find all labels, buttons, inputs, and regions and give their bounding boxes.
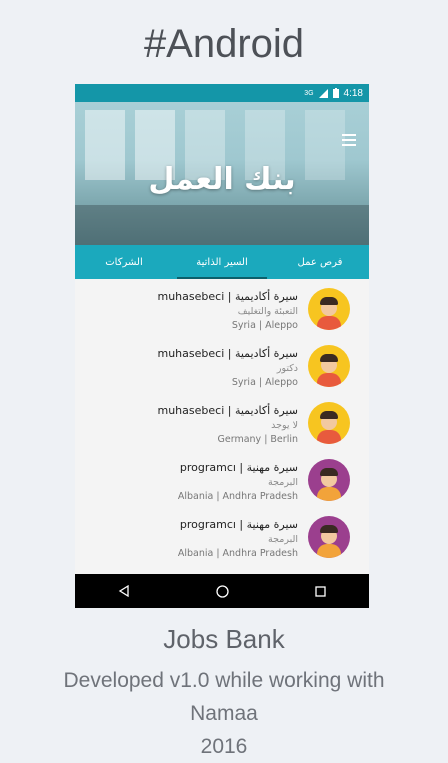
item-title: muhasebeci | سيرة أكاديمية	[157, 404, 299, 417]
android-nav-bar	[75, 574, 369, 608]
back-icon[interactable]	[112, 579, 136, 603]
avatar	[308, 345, 350, 387]
item-subtitle: البرمجة	[268, 534, 298, 545]
item-title: muhasebeci | سيرة أكاديمية	[157, 290, 299, 303]
item-location: Syria | Aleppo	[231, 320, 298, 331]
project-title: Jobs Bank	[163, 624, 285, 654]
page-heading: #Android	[143, 22, 305, 66]
item-subtitle: التعبئة والتغليف	[237, 306, 298, 317]
app-title: بنك العمل	[148, 162, 296, 197]
item-title: muhasebeci | سيرة أكاديمية	[157, 347, 299, 360]
list-item[interactable]: programcı | سيرة مهنية البرمجة Albania |…	[75, 452, 369, 509]
battery-icon	[332, 88, 339, 98]
tab-companies[interactable]: الشركات	[75, 245, 173, 279]
avatar	[308, 288, 350, 330]
list-item[interactable]: muhasebeci | سيرة أكاديمية دكتور Syria |…	[75, 338, 369, 395]
signal-icon	[318, 88, 328, 98]
item-subtitle: دكتور	[276, 363, 298, 374]
item-location: Germany | Berlin	[217, 434, 298, 445]
item-title: programcı | سيرة مهنية	[179, 461, 298, 474]
item-title: programcı | سيرة مهنية	[179, 518, 298, 531]
item-location: Albania | Andhra Pradesh	[177, 491, 298, 502]
avatar	[308, 516, 350, 558]
home-icon[interactable]	[210, 579, 234, 603]
list-item[interactable]: programcı | سيرة مهنية البرمجة Albania |…	[75, 509, 369, 566]
list-item[interactable]: muhasebeci | سيرة أكاديمية لا يوجد Germa…	[75, 395, 369, 452]
network-indicator: 3G	[304, 89, 314, 97]
item-location: Albania | Andhra Pradesh	[177, 548, 298, 559]
item-subtitle: لا يوجد	[271, 420, 298, 431]
list-item[interactable]: muhasebeci | سيرة أكاديمية التعبئة والتغ…	[75, 281, 369, 338]
avatar	[308, 459, 350, 501]
phone-screen: 3G 4:18 بنك العمل الشركات السير الذاتية …	[75, 84, 369, 608]
tab-resumes[interactable]: السير الذاتية	[173, 245, 271, 279]
item-subtitle: البرمجة	[268, 477, 298, 488]
resume-list: muhasebeci | سيرة أكاديمية التعبئة والتغ…	[75, 279, 369, 566]
hero-banner: بنك العمل	[75, 102, 369, 245]
menu-icon[interactable]	[342, 134, 356, 149]
project-description: Developed v1.0 while working with Namaa …	[63, 669, 385, 758]
item-location: Syria | Aleppo	[231, 377, 298, 388]
tab-bar: الشركات السير الذاتية فرص عمل	[75, 245, 369, 279]
status-time: 4:18	[343, 87, 363, 99]
tab-job-opportunities[interactable]: فرص عمل	[271, 245, 369, 279]
avatar	[308, 402, 350, 444]
status-bar: 3G 4:18	[75, 84, 369, 102]
recents-icon[interactable]	[308, 579, 332, 603]
